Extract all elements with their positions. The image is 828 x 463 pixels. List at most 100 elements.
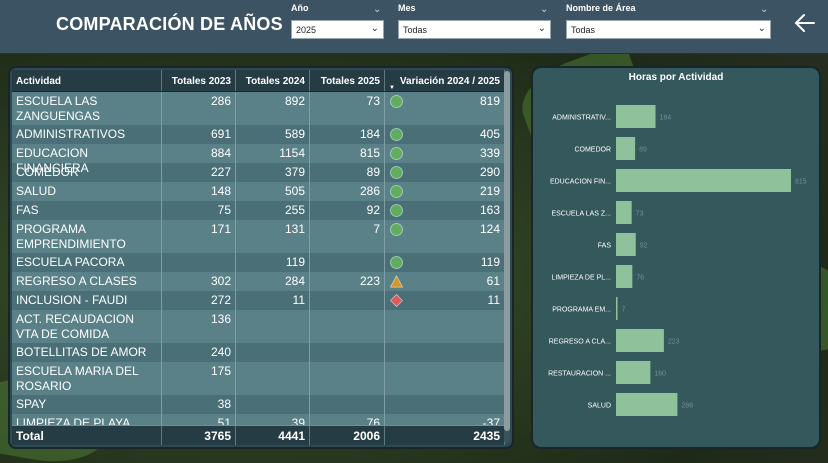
col-header-2023[interactable]: Totales 2023 xyxy=(162,70,236,91)
table-row[interactable]: INCLUSION - FAUDI 272 11 11 xyxy=(12,291,505,310)
total-2025-cell: 815 xyxy=(310,144,385,163)
chart-bar[interactable] xyxy=(616,329,664,352)
total-2025: 2006 xyxy=(310,426,385,445)
variation-value: 405 xyxy=(479,127,500,141)
total-2025-cell: 92 xyxy=(310,201,385,220)
total-2024: 4441 xyxy=(236,426,310,445)
month-select[interactable]: Todas ⌄ xyxy=(398,20,551,39)
variation-cell: 819 xyxy=(385,92,505,125)
green-circle-icon xyxy=(390,185,403,198)
table-row[interactable]: SPAY 38 xyxy=(12,395,505,414)
chart-value-label: 7 xyxy=(622,307,626,314)
col-header-2025[interactable]: Totales 2025 xyxy=(310,70,385,91)
total-2024-cell xyxy=(236,343,310,362)
table-row[interactable]: EDUCACION FINANCIERA 884 1154 815 339 xyxy=(12,144,505,175)
variation-value: 219 xyxy=(479,184,500,198)
col-header-2024[interactable]: Totales 2024 xyxy=(236,70,310,91)
total-2024-cell: 255 xyxy=(236,201,310,220)
total-2023-cell: 691 xyxy=(162,125,236,144)
variation-value: 339 xyxy=(479,146,500,160)
activity-cell: FAS xyxy=(12,201,162,220)
table-row[interactable]: REGRESO A CLASES 302 284 223 61 xyxy=(12,272,505,291)
chart-value-label: 160 xyxy=(654,371,666,378)
table-row[interactable]: SALUD 148 505 286 219 xyxy=(12,182,505,201)
table-row[interactable]: ESCUELA LAS ZANGUENGAS 286 892 73 819 xyxy=(12,92,505,125)
chart-bar[interactable] xyxy=(616,233,636,256)
table-row[interactable]: FAS 75 255 92 163 xyxy=(12,201,505,220)
variation-cell: 61 xyxy=(385,272,505,291)
month-select-value: Todas xyxy=(403,25,428,35)
variation-value: 124 xyxy=(479,222,500,236)
total-2025-cell xyxy=(310,395,385,414)
total-2023-cell xyxy=(162,253,236,272)
total-2024-cell: 589 xyxy=(236,125,310,144)
total-2024-cell xyxy=(236,362,310,395)
variation-value: 290 xyxy=(479,165,500,179)
activity-cell: ESCUELA MARIA DEL ROSARIO xyxy=(12,362,162,395)
month-filter[interactable]: Mes ⌄ Todas ⌄ xyxy=(398,3,551,39)
table-row[interactable]: COMEDOR 227 379 89 290 xyxy=(12,163,505,182)
chart-value-label: 89 xyxy=(639,147,647,154)
chart-category-label: PROGRAMA EM... xyxy=(552,307,611,314)
chart-bar[interactable] xyxy=(616,297,618,320)
total-2023-cell: 884 xyxy=(162,144,236,163)
chart-bar[interactable] xyxy=(616,105,656,128)
chart-value-label: 76 xyxy=(636,275,644,282)
chart-bar[interactable] xyxy=(616,137,636,160)
table-row[interactable]: ESCUELA MARIA DEL ROSARIO 175 xyxy=(12,362,505,395)
area-select[interactable]: Todas ⌄ xyxy=(566,20,771,39)
chevron-down-icon[interactable]: ⌄ xyxy=(373,4,381,15)
table-row[interactable]: ACT. RECAUDACION VTA DE COMIDA 136 xyxy=(12,310,505,343)
col-header-variation[interactable]: Variación 2024 / 2025 ▼ xyxy=(385,70,505,91)
chart-bar[interactable] xyxy=(616,393,678,416)
total-2024-cell: 1154 xyxy=(236,144,310,163)
chart-bar[interactable] xyxy=(616,265,633,288)
chart-value-label: 815 xyxy=(795,179,807,186)
total-2025-cell xyxy=(310,310,385,343)
table-header: Actividad Totales 2023 Totales 2024 Tota… xyxy=(12,70,505,92)
red-diamond-icon xyxy=(390,294,403,307)
chart-category-label: ESCUELA LAS Z... xyxy=(551,211,611,218)
variation-value: 819 xyxy=(479,94,500,108)
variation-cell xyxy=(385,395,505,414)
chart-category-label: EDUCACION FIN... xyxy=(550,179,611,186)
chart-value-label: 73 xyxy=(636,211,644,218)
table-row[interactable]: ESCUELA PACORA 119 119 xyxy=(12,253,505,272)
chevron-down-icon[interactable]: ⌄ xyxy=(540,4,548,15)
total-2023-cell: 302 xyxy=(162,272,236,291)
total-2024-cell: 892 xyxy=(236,92,310,125)
variation-cell xyxy=(385,310,505,343)
area-filter[interactable]: Nombre de Área ⌄ Todas ⌄ xyxy=(566,3,771,39)
activity-cell: SALUD xyxy=(12,182,162,201)
activity-cell: EDUCACION FINANCIERA xyxy=(12,144,162,175)
bar-chart-svg: ADMINISTRATIV... 184 COMEDOR 89 EDUCACION FI… xyxy=(548,105,807,416)
variation-cell xyxy=(385,362,505,395)
chevron-down-icon: ⌄ xyxy=(370,23,379,34)
total-2023-cell: 38 xyxy=(162,395,236,414)
table-scrollbar[interactable] xyxy=(504,71,510,443)
chart-bar[interactable] xyxy=(616,361,651,384)
table-row[interactable]: ADMINISTRATIVOS 691 589 184 405 xyxy=(12,125,505,144)
variation-value: 11 xyxy=(487,293,500,307)
scrollbar-thumb[interactable] xyxy=(504,71,510,431)
col-header-activity[interactable]: Actividad xyxy=(12,70,162,91)
chart-bar[interactable] xyxy=(616,201,632,224)
total-2025-cell xyxy=(310,253,385,272)
total-2023-cell: 75 xyxy=(162,201,236,220)
chart-bar[interactable] xyxy=(616,169,791,192)
total-2024-cell: 284 xyxy=(236,272,310,291)
year-filter[interactable]: Año ⌄ 2025 ⌄ xyxy=(291,3,384,39)
chart-category-label: RESTAURACION ... xyxy=(548,371,611,378)
back-arrow-icon[interactable] xyxy=(792,10,818,36)
total-2025-cell: 286 xyxy=(310,182,385,201)
total-2025-cell: 184 xyxy=(310,125,385,144)
chevron-down-icon[interactable]: ⌄ xyxy=(760,4,768,15)
total-2025-cell xyxy=(310,343,385,362)
table-row[interactable]: PROGRAMA EMPRENDIMIENTO 171 131 7 124 xyxy=(12,220,505,253)
total-2023-cell: 227 xyxy=(162,163,236,182)
year-select[interactable]: 2025 ⌄ xyxy=(291,20,384,39)
sort-desc-icon: ▼ xyxy=(389,85,395,91)
area-select-value: Todas xyxy=(571,25,596,35)
table-row[interactable]: BOTELLITAS DE AMOR 240 xyxy=(12,343,505,362)
total-2025-cell: 89 xyxy=(310,163,385,182)
